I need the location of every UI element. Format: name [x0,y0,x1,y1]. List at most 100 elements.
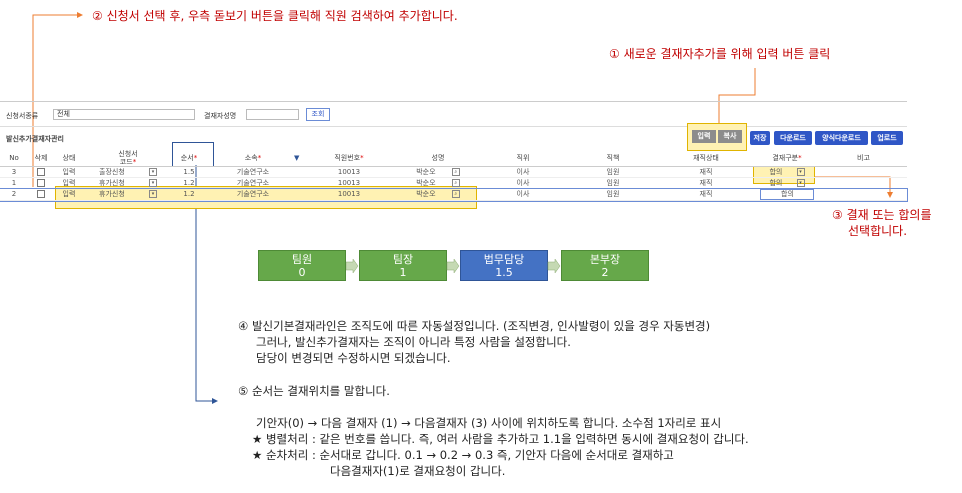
cell-employment: 재직 [658,177,754,189]
col-emp-no[interactable]: ▼ 직원번호* [294,149,398,167]
cell-emp-no: 10013 [300,177,398,189]
dropdown-icon[interactable]: ▾ [149,178,157,187]
doc-type-label: 신청서종류 [6,112,39,120]
annotation-step5-title: ⑤ 순서는 결재위치를 말합니다. [238,384,390,398]
col-position[interactable]: 직위 [478,149,568,167]
cell-order[interactable]: 1.2 [172,177,206,189]
table-row-selected[interactable]: 2 입력 휴가신청 ▾ 1.2 기술연구소 10013 박순오 ⌕ 이사 임원 … [0,187,908,202]
col-status[interactable]: 상태 [54,149,84,167]
delete-checkbox[interactable] [37,167,45,176]
dropdown-icon[interactable]: ▾ [149,167,157,176]
annotation-step5-line4: 다음결재자(1)로 결재요청이 갑니다. [330,464,506,478]
delete-checkbox[interactable] [37,178,45,187]
annotation-step5-line2: ★ 병렬처리 : 같은 번호를 씁니다. 즉, 여러 사람을 추가하고 1.1을… [252,432,749,446]
org-order: 0 [298,266,306,279]
search-button[interactable]: 조회 [306,108,330,121]
annotation-step2: ② 신청서 선택 후, 우측 돋보기 버튼을 클릭해 직원 검색하여 추가합니다… [92,9,458,23]
magnifier-icon[interactable]: ⌕ [451,190,460,198]
annotation-step5-line3: ★ 순차처리 : 순서대로 갑니다. 0.1 → 0.2 → 0.3 즉, 기안… [252,448,674,462]
col-name[interactable]: 성명 [398,149,478,167]
annotation-step4-line3: 담당이 변경되면 수정하시면 되겠습니다. [256,351,451,365]
doc-type-select[interactable]: 전체 [53,109,195,120]
cell-dept: 기술연구소 [206,177,300,189]
cell-order[interactable]: 1.5 [172,166,206,178]
form-download-button[interactable]: 양식다운로드 [815,131,868,145]
col-approval-type-label: 결재구분 [772,153,799,162]
col-form-code-line1: 신청서 [118,149,138,158]
cell-employment: 재직 [658,188,754,201]
cell-order[interactable]: 1.2 [172,188,206,201]
cell-form: 휴가신청 [99,178,125,187]
cell-emp-no: 10013 [300,166,398,178]
cell-position: 이사 [478,177,568,189]
col-form-code[interactable]: 신청서 코드* [84,149,172,167]
required-mark: * [193,153,198,162]
magnifier-icon[interactable]: ⌕ [451,178,460,187]
approver-name-input[interactable] [246,109,299,120]
col-note[interactable]: 비고 [820,149,907,167]
dropdown-icon[interactable]: ▾ [796,167,805,176]
dropdown-icon[interactable]: ▾ [149,190,157,198]
org-box-division-head: 본부장 2 [561,250,649,281]
cell-title: 임원 [568,188,658,201]
cell-status: 입력 [54,177,84,189]
copy-button[interactable]: 복사 [718,130,742,143]
section-divider [0,126,907,127]
cell-approval-type: 합의 [781,190,794,198]
cell-dept: 기술연구소 [206,188,300,201]
annotation-step4-line2: 그러나, 발신추가결재자는 조직이 아니라 특정 사람을 설정합니다. [256,335,571,349]
cell-status: 입력 [54,166,84,178]
table-row[interactable]: 3 입력 출장신청 ▾ 1.5 기술연구소 10013 박순오 ⌕ 이사 임원 … [0,166,907,178]
section-title: 발신추가결재자관리 [6,135,64,143]
magnifier-icon[interactable]: ⌕ [451,167,460,176]
arrow-right-icon [446,258,460,274]
col-title[interactable]: 직책 [568,149,658,167]
cell-note[interactable] [820,188,907,201]
annotation-step5-line1: 기안자(0) → 다음 결재자 (1) → 다음결재자 (3) 사이에 위치하도… [256,416,722,430]
input-button[interactable]: 입력 [692,130,716,143]
cell-no: 1 [0,177,28,189]
dropdown-icon[interactable]: ▾ [796,178,805,187]
org-role: 팀원 [291,253,313,266]
col-dept-label: 소속 [244,153,258,162]
cell-note[interactable] [820,166,907,178]
col-delete[interactable]: 삭제 [28,149,54,167]
cell-approval-type: 합의 [769,178,783,187]
cell-name: 박순오 [416,178,436,187]
cell-position: 이사 [478,188,568,201]
required-mark: * [257,153,262,162]
col-form-code-line2: 코드 [119,157,133,166]
col-no[interactable]: No [0,149,28,167]
upload-button[interactable]: 업로드 [871,131,903,145]
search-bar-divider [0,101,907,102]
arrow-right-icon [547,258,561,274]
delete-checkbox[interactable] [37,190,45,198]
cell-position: 이사 [478,166,568,178]
sort-down-icon: ▼ [294,153,300,162]
cell-title: 임원 [568,166,658,178]
col-dept[interactable]: 소속* [206,149,300,167]
cell-name: 박순오 [416,190,436,198]
cell-name: 박순오 [416,167,436,176]
col-emp-no-label: 직원번호 [334,153,361,162]
cell-approval-type: 합의 [769,167,783,176]
col-approval-type[interactable]: 결재구분* [754,149,820,167]
org-order: 2 [601,266,609,279]
save-button[interactable]: 저장 [750,131,770,145]
grid-header-row: No 삭제 상태 신청서 코드* 순서* 소속* ▼ 직원번호* 성명 직위 직책… [0,149,907,167]
arrow-right-icon [346,258,359,274]
table-row[interactable]: 1 입력 휴가신청 ▾ 1.2 기술연구소 10013 박순오 ⌕ 이사 임원 … [0,177,907,189]
approval-type-select[interactable]: 합의 [760,189,814,200]
approver-name-label: 결재자성명 [204,112,237,120]
org-role: 본부장 [589,253,621,266]
col-order[interactable]: 순서* [172,149,206,167]
cell-status: 입력 [54,188,84,201]
download-button[interactable]: 다운로드 [774,131,812,145]
org-box-member: 팀원 0 [258,250,346,281]
col-order-label: 순서 [180,153,194,162]
col-employment[interactable]: 재직상태 [658,149,754,167]
org-connectors [346,258,561,274]
cell-title: 임원 [568,177,658,189]
cell-note[interactable] [820,177,907,189]
cell-form: 휴가신청 [99,190,125,198]
